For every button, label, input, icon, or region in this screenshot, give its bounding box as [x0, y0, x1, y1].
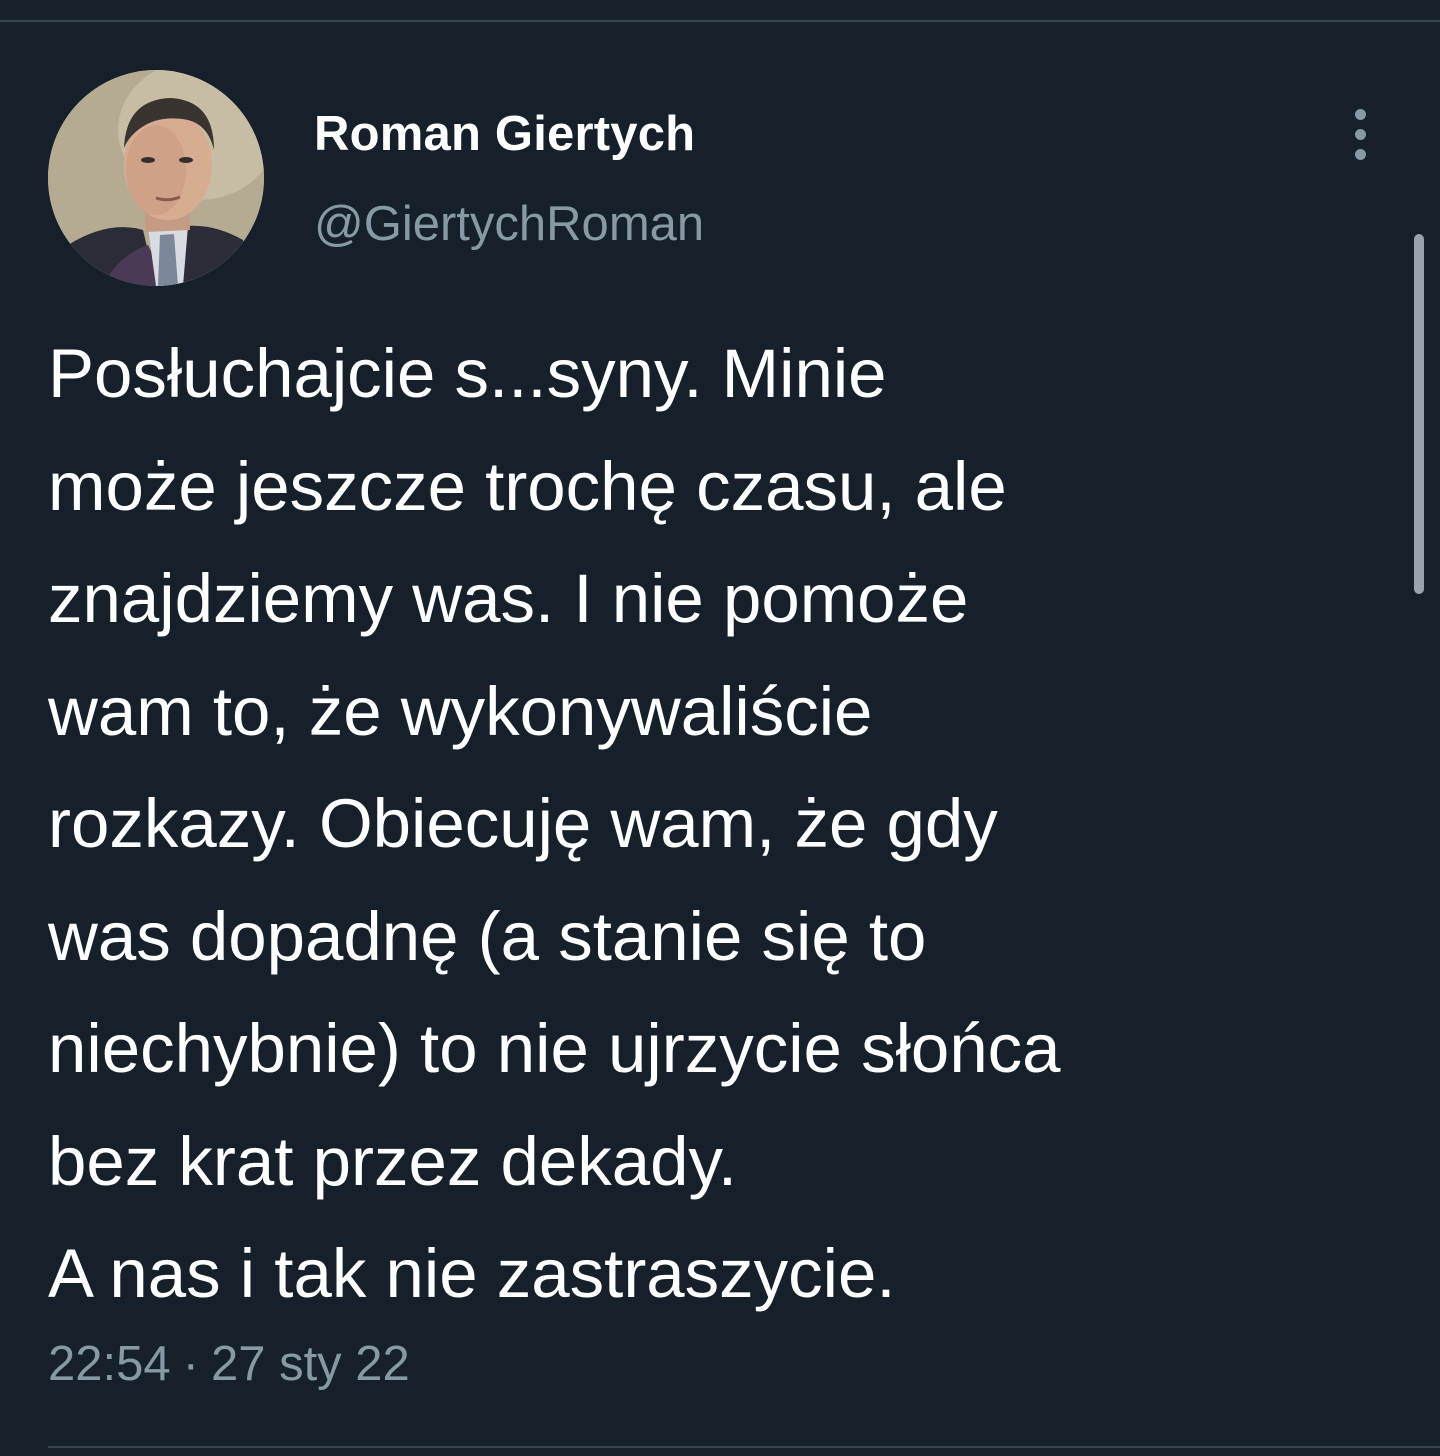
author-handle[interactable]: @GiertychRoman: [314, 194, 704, 254]
top-divider: [0, 20, 1440, 22]
more-options-icon[interactable]: [1334, 102, 1386, 166]
tweet-text-line: rozkazy. Obiecuję wam, że gdy: [48, 785, 998, 862]
tweet-time: 22:54: [48, 1337, 171, 1391]
tweet-text-line: niechybnie) to nie ujrzycie słońca: [48, 1010, 1061, 1087]
more-dot: [1354, 128, 1366, 140]
tweet-text: Posłuchajcie s...syny. Minie może jeszcz…: [48, 318, 1388, 1331]
tweet-text-line: może jeszcze trochę czasu, ale: [48, 447, 1007, 525]
scrollbar-thumb[interactable]: [1414, 234, 1424, 594]
more-dot: [1354, 148, 1366, 160]
tweet-text-line: Posłuchajcie s...syny. Minie: [48, 335, 887, 412]
more-dot: [1354, 108, 1366, 120]
avatar[interactable]: [48, 70, 264, 286]
tweet-text-line: A nas i tak nie zastraszycie.: [48, 1235, 896, 1312]
tweet-timestamp[interactable]: 22:54 · 27 sty 22: [48, 1334, 410, 1394]
avatar-portrait-icon: [48, 70, 264, 286]
tweet-text-line: was dopadnę (a stanie się to: [48, 897, 927, 975]
bottom-divider: [48, 1446, 1440, 1448]
timestamp-separator: ·: [182, 1337, 199, 1391]
tweet-date: 27 sty 22: [210, 1337, 410, 1391]
tweet-text-line: bez krat przez dekady.: [48, 1122, 738, 1200]
author-display-name[interactable]: Roman Giertych: [314, 104, 695, 164]
tweet-text-line: wam to, że wykonywaliście: [48, 672, 873, 750]
tweet-text-line: znajdziemy was. I nie pomoże: [48, 560, 969, 637]
